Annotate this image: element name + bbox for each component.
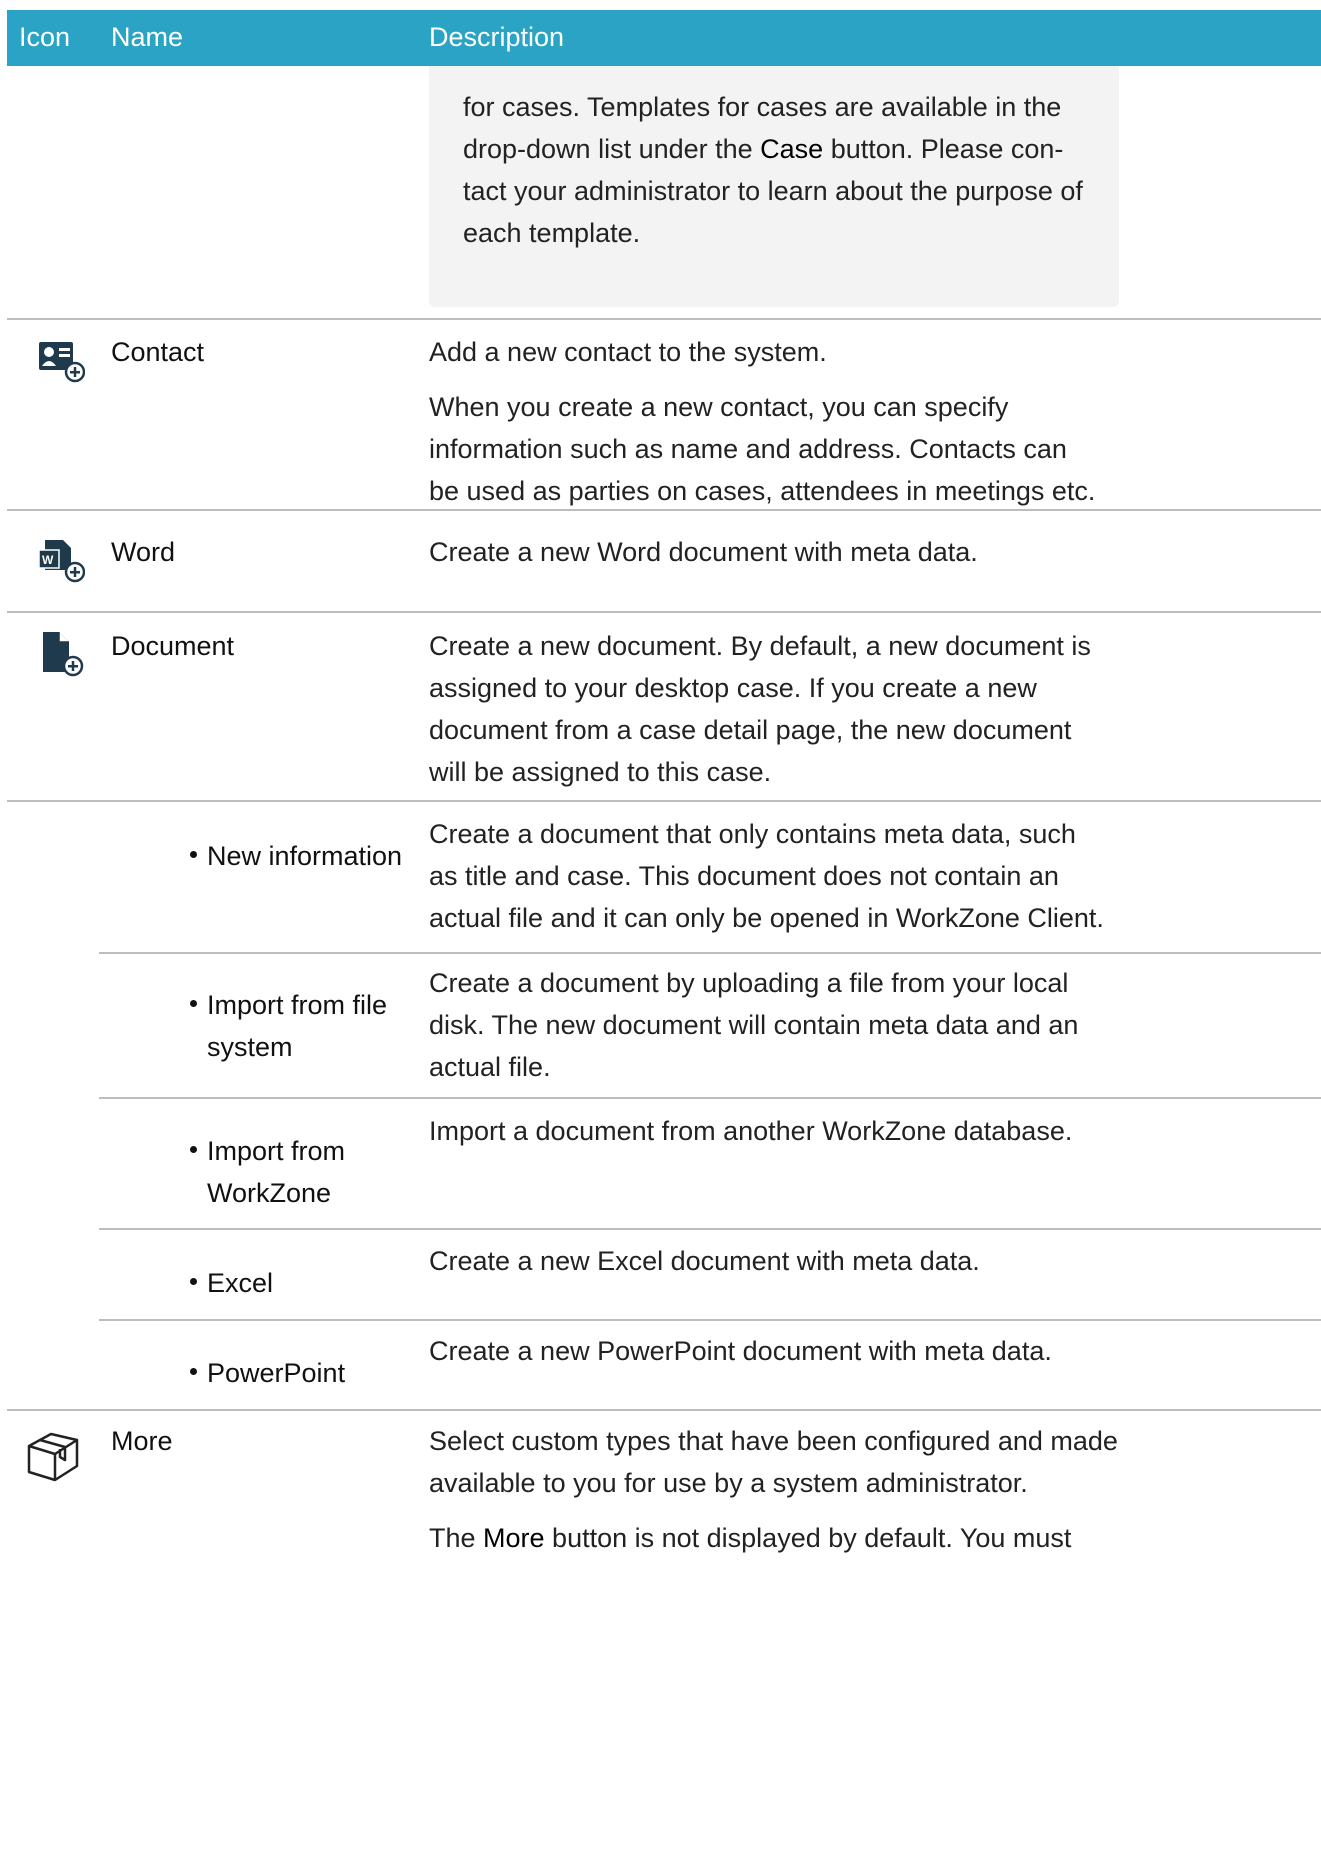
import-workzone-desc-1: Import a document from another WorkZone … [429,1116,1073,1146]
row-desc-import-from-file-system: Create a document by uploading a file fr… [429,962,1089,1088]
svg-text:W: W [42,553,54,567]
row-divider [99,1319,1321,1321]
row-divider [7,509,1321,511]
row-desc-word: Create a new Word document with meta dat… [429,531,1319,573]
more-desc-2-post: button is not displayed by default. You … [544,1523,1072,1553]
contact-card-add-icon [37,336,86,384]
row-divider [7,611,1321,613]
note-line-4: each template. [463,218,641,248]
subitem-label-line-2: WorkZone [207,1178,332,1208]
document-add-icon [37,630,85,678]
row-divider [99,1097,1321,1099]
more-term: More [483,1523,545,1553]
new-information-desc-1: Create a document that only contains met… [429,819,1104,933]
note-text: for cases. Templates for cases are avail… [463,86,1113,254]
table-header: Icon Name Description [7,10,1321,66]
document-desc-1: Create a new document. By default, a new… [429,631,1091,787]
note-line-3: tact your administrator to learn about t… [463,176,1083,206]
row-divider [99,1228,1321,1230]
row-name-more: More [111,1426,173,1456]
more-desc-1: Select custom types that have been confi… [429,1426,1118,1498]
excel-desc-1: Create a new Excel document with meta da… [429,1246,980,1276]
row-desc-document: Create a new document. By default, a new… [429,625,1094,793]
row-name-document: Document [111,631,235,661]
word-document-add-icon: W [37,536,86,584]
subitem-new-information: New information [190,835,402,877]
more-desc-2: The More button is not displayed by defa… [429,1517,1119,1559]
note-line-2-post: button. Please con- [823,134,1064,164]
row-desc-import-from-workzone: Import a document from another WorkZone … [429,1110,1319,1152]
subitem-label-line-2: system [207,1032,293,1062]
row-divider [7,1409,1321,1411]
bullet-dot [190,1368,197,1376]
contact-desc-1: Add a new contact to the system. [429,337,827,367]
row-desc-new-information: Create a document that only contains met… [429,813,1109,939]
note-line-2: drop-down list under the Case button. Pl… [463,128,1113,170]
row-divider [99,952,1321,954]
subitem-label-line-1: Import from file [207,990,388,1020]
subitem-label-line-1: Import from [207,1136,346,1166]
header-icon-column: Icon [19,22,71,52]
bullet-dot [190,1146,197,1154]
subitem-label: New information [207,841,403,871]
subitem-excel: Excel [190,1262,273,1304]
subitem-label: PowerPoint [207,1358,346,1388]
contact-desc-2: When you create a new contact, you can s… [429,392,1096,506]
subitem-label: Excel [207,1268,274,1298]
row-name-word: Word [111,537,176,567]
box-package-icon [25,1428,81,1484]
import-file-desc-1: Create a document by uploading a file fr… [429,968,1079,1082]
more-desc-2-pre: The [429,1523,484,1553]
note-line-1: for cases. Templates for cases are avail… [463,92,1062,122]
subitem-import-from-workzone: Import from WorkZone [190,1130,345,1214]
subitem-label: Import from WorkZone [207,1130,345,1214]
row-divider [7,800,1321,802]
row-desc-contact: Add a new contact to the system. When yo… [429,331,1099,512]
row-desc-powerpoint: Create a new PowerPoint document with me… [429,1330,1319,1372]
powerpoint-desc-1: Create a new PowerPoint document with me… [429,1336,1052,1366]
subitem-powerpoint: PowerPoint [190,1352,345,1394]
note-case-term: Case [760,134,824,164]
bullet-dot [190,851,197,859]
header-name-column: Name [111,22,184,52]
subitem-import-from-file-system: Import from file system [190,984,387,1068]
row-name-contact: Contact [111,337,205,367]
row-desc-more: Select custom types that have been confi… [429,1420,1119,1559]
subitem-label: Import from file system [207,984,387,1068]
bullet-dot [190,1000,197,1008]
row-desc-excel: Create a new Excel document with meta da… [429,1240,1319,1282]
bullet-dot [190,1278,197,1286]
note-line-2-pre: drop-down list under the [463,134,761,164]
header-description-column: Description [429,22,565,52]
row-divider [7,318,1321,320]
word-desc-1: Create a new Word document with meta dat… [429,537,978,567]
